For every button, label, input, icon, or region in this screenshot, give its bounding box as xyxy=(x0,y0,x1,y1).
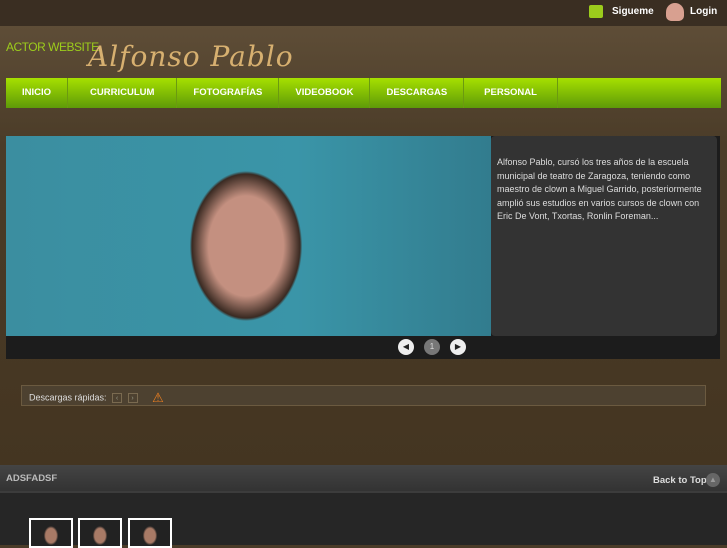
login-link[interactable]: Login xyxy=(690,6,717,17)
thumbnail[interactable] xyxy=(128,518,172,548)
nav-personal[interactable]: PERSONAL xyxy=(464,78,558,108)
site-title[interactable]: Alfonso Pablo xyxy=(88,40,294,73)
quick-next-icon[interactable]: › xyxy=(127,393,138,403)
quick-downloads-label: Descargas rápidas: xyxy=(29,392,107,403)
nav-descargas[interactable]: DESCARGAS xyxy=(370,78,465,108)
nav-inicio[interactable]: INICIO xyxy=(6,78,69,108)
footer: ADSFADSF Back to Top ▲ xyxy=(0,465,727,548)
warning-icon[interactable]: ⚠ xyxy=(152,390,164,405)
main-nav: INICIO CURRICULUM FOTOGRAFÍAS VIDEOBOOK … xyxy=(6,78,721,108)
follow-icon[interactable] xyxy=(589,5,603,18)
follow-link[interactable]: Sigueme xyxy=(612,6,654,17)
thumbnail[interactable] xyxy=(29,518,73,548)
nav-curriculum[interactable]: CURRICULUM xyxy=(68,78,178,108)
back-to-top-link[interactable]: Back to Top xyxy=(653,475,707,486)
quick-prev-icon[interactable]: ‹ xyxy=(112,393,123,403)
slide-description: Alfonso Pablo, cursó los tres años de la… xyxy=(491,136,717,336)
quick-downloads-bar: Descargas rápidas: ‹ › ⚠ xyxy=(21,385,706,406)
nav-fotografias[interactable]: FOTOGRAFÍAS xyxy=(177,78,280,108)
nav-videobook[interactable]: VIDEOBOOK xyxy=(279,78,371,108)
prev-slide-button[interactable]: ◀ xyxy=(398,339,414,355)
slideshow: Alfonso Pablo, cursó los tres años de la… xyxy=(6,136,720,359)
top-bar: Sigueme Login xyxy=(0,0,727,26)
arrow-up-icon[interactable]: ▲ xyxy=(706,473,720,487)
user-icon[interactable] xyxy=(666,3,684,21)
slide-photo[interactable] xyxy=(6,136,491,336)
slide-page-1[interactable]: 1 xyxy=(424,339,440,355)
footer-title: ADSFADSF xyxy=(6,473,58,484)
next-slide-button[interactable]: ▶ xyxy=(450,339,466,355)
thumbnail[interactable] xyxy=(78,518,122,548)
site-tagline: ACTOR WEBSITE xyxy=(6,40,99,54)
